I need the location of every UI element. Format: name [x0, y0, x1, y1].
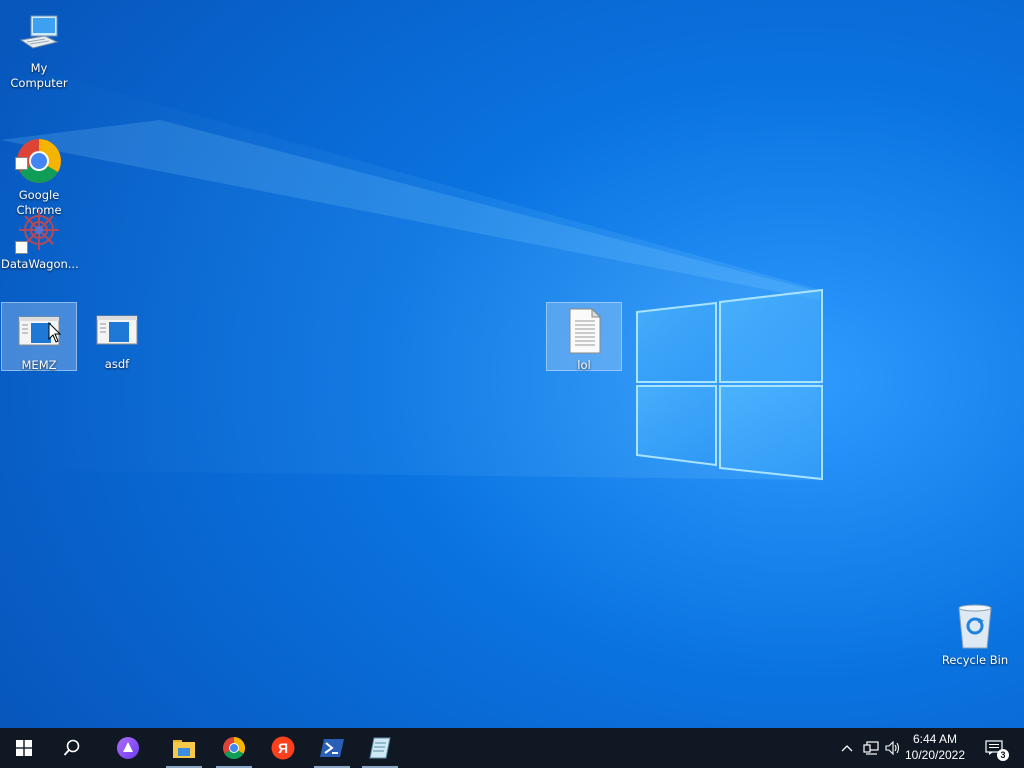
show-hidden-icons-button[interactable] [836, 728, 858, 768]
desktop-icon-datawagon[interactable]: DataWagon... [1, 202, 79, 272]
network-button[interactable] [860, 728, 882, 768]
speaker-icon [885, 741, 900, 755]
search-icon [63, 739, 80, 756]
taskbar-clock[interactable]: 6:44 AM 10/20/2022 [902, 731, 968, 763]
taskbar: Я 6:44 AM 10/20/2022 3 [0, 728, 1024, 768]
taskbar-yandex-button[interactable]: Я [261, 728, 305, 768]
yandex-browser-icon: Я [271, 736, 295, 760]
desktop-icon-label: lol [577, 358, 591, 372]
desktop-icon-memz[interactable]: MEMZ [1, 302, 77, 372]
windows-start-icon [16, 740, 32, 756]
desktop-icon-asdf[interactable]: asdf [79, 302, 155, 371]
shortcut-arrow-icon [15, 241, 28, 254]
file-explorer-icon [173, 740, 195, 758]
notification-count-badge: 3 [997, 749, 1009, 761]
computer-icon [15, 10, 63, 58]
start-button[interactable] [2, 728, 46, 768]
taskbar-notepad-button[interactable] [358, 728, 402, 768]
chrome-icon [15, 122, 63, 183]
mouse-cursor-icon [48, 322, 62, 343]
desktop-icon-label: asdf [104, 357, 130, 371]
svg-text:Я: Я [278, 740, 288, 756]
taskbar-file-explorer-button[interactable] [162, 728, 206, 768]
desktop-icon-label: DataWagon... [1, 257, 79, 271]
application-window-icon [93, 306, 141, 354]
chevron-up-icon [841, 745, 853, 752]
alice-assistant-icon [117, 737, 139, 759]
shortcut-arrow-icon [15, 157, 28, 170]
chrome-icon [223, 737, 245, 759]
desktop-icon-label: Recycle Bin [941, 653, 1009, 667]
desktop-icon-label: MEMZ [21, 358, 57, 372]
network-icon [863, 741, 879, 755]
powershell-icon [320, 739, 344, 757]
search-button[interactable] [50, 728, 94, 768]
action-center-button[interactable]: 3 [980, 728, 1009, 768]
datawagon-icon [15, 206, 63, 254]
taskbar-alice-button[interactable] [106, 728, 150, 768]
volume-button[interactable] [882, 728, 904, 768]
desktop-icon-label: My Computer [10, 61, 68, 90]
text-document-icon [560, 307, 608, 355]
clock-time: 6:44 AM [912, 732, 958, 746]
taskbar-chrome-button[interactable] [212, 728, 256, 768]
notepad-icon [369, 737, 391, 759]
clock-date: 10/20/2022 [904, 748, 966, 762]
desktop-icon-google-chrome[interactable]: Google Chrome [1, 103, 77, 217]
desktop-icon-recycle-bin[interactable]: Recycle Bin [936, 598, 1014, 668]
taskbar-powershell-button[interactable] [310, 728, 354, 768]
desktop-icon-my-computer[interactable]: My Computer [1, 6, 77, 90]
desktop-icon-lol[interactable]: lol [546, 302, 622, 372]
recycle-bin-icon [951, 602, 999, 650]
